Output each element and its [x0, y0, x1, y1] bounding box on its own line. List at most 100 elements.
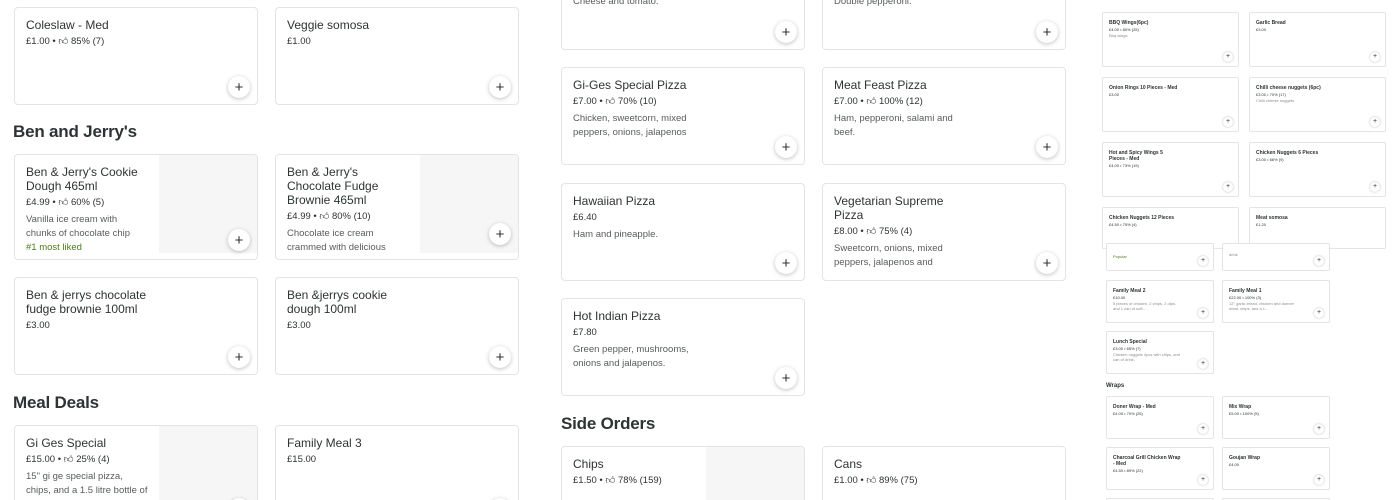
thumbs-up-icon: 👍︎ [866, 475, 877, 486]
mini-menu-card[interactable]: Family Meal 2 £10.00 5 pieces of chicken… [1106, 280, 1214, 323]
menu-item-card[interactable]: Meat Feast Pizza £7.00 • 👍︎ 100% (12) Ha… [822, 67, 1066, 165]
mini-menu-card[interactable]: Doner Wrap - Med £4.00 • 70% (25) + [1106, 396, 1214, 439]
add-item-button[interactable]: + [775, 21, 797, 43]
plus-icon: + [234, 231, 244, 249]
most-liked-tag: #1 most liked [26, 242, 82, 253]
add-item-button[interactable]: + [489, 346, 511, 368]
plus-icon: + [495, 348, 505, 366]
add-item-button[interactable]: + [228, 229, 250, 251]
menu-item-card[interactable]: Hot Indian Pizza £7.80 Green pepper, mus… [561, 298, 805, 396]
item-rating: 78% (159) [617, 475, 662, 486]
menu-item-card[interactable]: Chips £1.50 • 👍︎ 78% (159) [561, 446, 805, 500]
item-rating: 80% (10) [331, 211, 371, 222]
plus-icon: + [781, 369, 791, 387]
item-name: Vegetarian Supreme Pizza [834, 194, 944, 222]
add-item-button[interactable]: + [1198, 359, 1208, 369]
add-item-button[interactable]: + [1198, 308, 1208, 318]
item-name: Gi Ges Special [26, 436, 107, 450]
add-item-button[interactable]: + [1314, 424, 1324, 434]
add-item-button[interactable]: + [1036, 21, 1058, 43]
item-price: £4.99 [26, 197, 50, 208]
menu-item-card[interactable]: Family Meal 3 £15.00 + [275, 425, 519, 500]
mini-menu-card[interactable]: Family Meal 1 £22.00 • 100% (3) 12" garl… [1222, 280, 1330, 323]
add-item-button[interactable]: + [1314, 475, 1324, 485]
add-item-button[interactable]: + [489, 223, 511, 245]
item-price: £8.00 [834, 226, 858, 237]
item-price: £1.00 [26, 36, 50, 47]
plus-icon: + [1042, 23, 1052, 41]
item-name: Ben & Jerry's Cookie Dough 465ml [26, 165, 138, 193]
menu-item-card[interactable]: Gi-Ges Special Pizza £7.00 • 👍︎ 70% (10)… [561, 67, 805, 165]
item-name: Gi-Ges Special Pizza [573, 78, 687, 92]
add-item-button[interactable]: + [489, 76, 511, 98]
item-price: £7.00 [834, 96, 858, 107]
thumbs-up-icon: 👍︎ [319, 211, 330, 222]
mini-menu-card[interactable]: Charcoal Grill Chicken Wrap - Med £4.50 … [1106, 447, 1214, 490]
mini-menu-card[interactable]: Onion Rings 10 Pieces - Med £3.00 + [1102, 77, 1239, 132]
add-item-button[interactable]: + [1223, 182, 1233, 192]
add-item-button[interactable]: + [1223, 117, 1233, 127]
item-rating: 85% (7) [70, 36, 105, 47]
item-price: £4.99 [287, 211, 311, 222]
menu-item-card[interactable]: Cans £1.00 • 👍︎ 89% (75) [822, 446, 1066, 500]
plus-icon: + [781, 254, 791, 272]
section-title: Side Orders [561, 414, 656, 433]
menu-item-card[interactable]: Coleslaw - Med £1.00 • 👍︎ 85% (7) + [14, 7, 258, 105]
item-rating: 60% (5) [70, 197, 105, 208]
item-description: Double pepperoni. [834, 0, 912, 7]
add-item-button[interactable]: + [1198, 424, 1208, 434]
add-item-button[interactable]: + [1314, 256, 1324, 266]
plus-icon: + [234, 78, 244, 96]
item-description: Chocolate ice cream crammed with delicio… [287, 228, 386, 253]
add-item-button[interactable]: + [1198, 256, 1208, 266]
add-item-button[interactable]: + [228, 76, 250, 98]
add-item-button[interactable]: + [1370, 182, 1380, 192]
menu-item-card[interactable]: Double pepperoni. + [822, 0, 1066, 50]
plus-icon: + [1042, 254, 1052, 272]
menu-item-card[interactable]: Cheese and tomato. + [561, 0, 805, 50]
mini-menu-card[interactable]: Mix Wrap £5.00 • 100% (5) + [1222, 396, 1330, 439]
thumbs-up-icon: 👍︎ [605, 96, 616, 107]
add-item-button[interactable]: + [1036, 252, 1058, 274]
mini-menu-card[interactable]: Lunch Special £3.00 • 65% (7) Chicken nu… [1106, 331, 1214, 374]
menu-item-card[interactable]: Veggie somosa £1.00 + [275, 7, 519, 105]
section-title: Meal Deals [13, 393, 99, 412]
add-item-button[interactable]: + [1223, 52, 1233, 62]
menu-item-card[interactable]: Ben & jerrys chocolate fudge brownie 100… [14, 277, 258, 375]
menu-item-card[interactable]: Ben & Jerry's Chocolate Fudge Brownie 46… [275, 154, 519, 260]
mini-menu-card[interactable]: BBQ Wings(6pc) £4.00 • 80% (25) Bbq wing… [1102, 12, 1239, 67]
add-item-button[interactable]: + [1198, 475, 1208, 485]
add-item-button[interactable]: + [228, 346, 250, 368]
item-description: 15" gi ge special pizza, chips, and a 1.… [26, 471, 148, 496]
mini-menu-card[interactable]: Hot and Spicy Wings 5 Pieces - Med £4.00… [1102, 142, 1239, 197]
plus-icon: + [1042, 138, 1052, 156]
thumbs-up-icon: 👍︎ [866, 96, 877, 107]
item-name: Meat Feast Pizza [834, 78, 927, 92]
item-rating: 100% (12) [878, 96, 923, 107]
add-item-button[interactable]: + [1370, 52, 1380, 62]
mini-menu-card[interactable]: drink + [1222, 243, 1330, 271]
menu-item-card[interactable]: Gi Ges Special £15.00 • 👍︎ 25% (4) 15" g… [14, 425, 258, 500]
mini-menu-card[interactable]: Chilli cheese nuggets (6pc) £3.00 • 70% … [1249, 77, 1386, 132]
add-item-button[interactable]: + [775, 252, 797, 274]
menu-item-card[interactable]: Vegetarian Supreme Pizza £8.00 • 👍︎ 75% … [822, 183, 1066, 281]
item-name: Veggie somosa [287, 18, 370, 32]
add-item-button[interactable]: + [775, 367, 797, 389]
add-item-button[interactable]: + [1314, 308, 1324, 318]
add-item-button[interactable]: + [1036, 136, 1058, 158]
menu-item-card[interactable]: Ben & Jerry's Cookie Dough 465ml £4.99 •… [14, 154, 258, 260]
menu-item-card[interactable]: Hawaiian Pizza £6.40 Ham and pineapple. … [561, 183, 805, 281]
mini-menu-card[interactable]: Garlic Bread £3.00 + [1249, 12, 1386, 67]
item-description: Cheese and tomato. [573, 0, 659, 7]
add-item-button[interactable]: + [1370, 117, 1380, 127]
mini-menu-card[interactable]: Popular + [1106, 243, 1214, 271]
mini-menu-card[interactable]: Goujan Wrap £4.00 + [1222, 447, 1330, 490]
menu-item-card[interactable]: Ben &jerrys cookie dough 100ml £3.00 + [275, 277, 519, 375]
mini-menu-card[interactable]: Chicken Nuggets 6 Pieces £3.00 • 66% (9)… [1249, 142, 1386, 197]
thumbs-up-icon: 👍︎ [866, 226, 877, 237]
add-item-button[interactable]: + [775, 136, 797, 158]
item-description: Sweetcorn, onions, mixed peppers, jalape… [834, 243, 943, 268]
item-name: Ben & Jerry's Chocolate Fudge Brownie 46… [287, 165, 379, 207]
item-thumbnail [159, 426, 257, 500]
item-description: Green pepper, mushrooms, onions and jala… [573, 344, 689, 369]
